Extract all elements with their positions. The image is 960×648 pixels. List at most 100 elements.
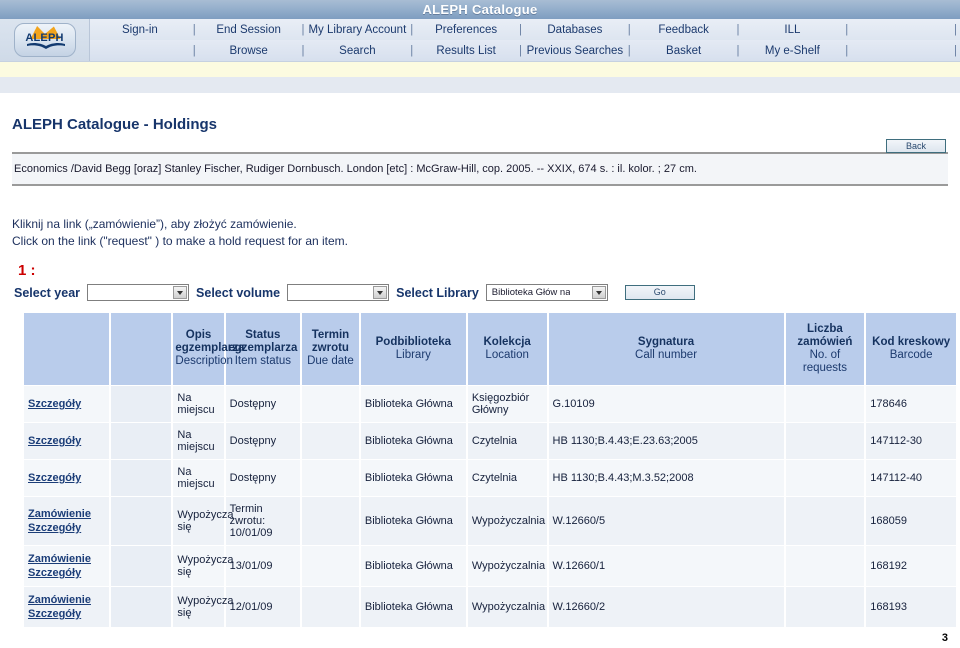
nav-separator: | <box>627 44 631 57</box>
cell-no-of-requests <box>785 460 865 496</box>
column-header-no-of-requests: Liczba zamówień No. of requests <box>785 313 865 385</box>
nav-separator: | <box>519 23 522 36</box>
nav-item-ill[interactable]: ILL <box>743 24 843 36</box>
column-header-en: Call number <box>635 348 698 361</box>
table-row: Szczegóły Na miejscu Dostępny Biblioteka Gł… <box>24 386 956 422</box>
instruction-english: Click on the link ("request" ) to make a… <box>12 234 349 248</box>
row-actions-cell: Szczegóły <box>24 423 110 459</box>
nav-item-browse[interactable]: Browse <box>199 45 299 57</box>
select-library-dropdown[interactable]: Biblioteka Głów na <box>485 284 608 301</box>
cell-location: Wypożyczalnia <box>467 587 547 627</box>
chevron-down-icon[interactable] <box>373 286 388 299</box>
cell-library: Biblioteka Główna <box>360 546 466 586</box>
nav-item-sign-in[interactable]: Sign-in <box>90 24 190 36</box>
nav-separator: | <box>410 44 414 57</box>
cell-library: Biblioteka Główna <box>360 423 466 459</box>
cell-call-number: HB 1130;B.4.43;E.23.63;2005 <box>548 423 784 459</box>
nav-separator: | <box>845 44 849 57</box>
cell-due-date <box>302 587 359 627</box>
chevron-down-icon[interactable] <box>591 286 606 299</box>
column-header-barcode: Kod kreskowy Barcode <box>866 313 956 385</box>
link-szczegóły[interactable]: Szczegóły <box>28 607 105 621</box>
cell-barcode: 168193 <box>866 587 956 627</box>
table-row: Szczegóły Na miejscu Dostępny Biblioteka Gł… <box>24 423 956 459</box>
nav-separator: | <box>627 23 631 36</box>
select-year-dropdown[interactable] <box>87 284 190 301</box>
link-szczegóły[interactable]: Szczegóły <box>28 397 105 411</box>
nav-item-my-library-account[interactable]: My Library Account <box>308 24 408 36</box>
column-header-en: Library <box>395 348 431 361</box>
cell-barcode: 147112-30 <box>866 423 956 459</box>
link-szczegóły[interactable]: Szczegóły <box>28 566 105 580</box>
cell-due-date <box>302 423 359 459</box>
column-header-blank <box>24 313 110 385</box>
cell-library: Biblioteka Główna <box>360 587 466 627</box>
cell-description: Na miejscu <box>173 423 224 459</box>
bibliographic-record: Economics /David Begg [oraz] Stanley Fis… <box>12 154 948 184</box>
cell-no-of-requests <box>785 546 865 586</box>
cell-item-status: Termin zwrotu: 10/01/09 <box>225 497 301 545</box>
column-header-pl: Kod kreskowy <box>872 335 951 348</box>
column-header-location: Kolekcja Location <box>467 313 547 385</box>
main-content: ALEPH Catalogue - Holdings Back Economic… <box>0 93 960 628</box>
column-header-pl: Status egzemplarza <box>228 329 298 354</box>
column-header-pl: Kolekcja <box>483 335 531 348</box>
aleph-logo[interactable]: ALEPH <box>0 19 90 61</box>
table-row: Szczegóły Na miejscu Dostępny Biblioteka Gł… <box>24 460 956 496</box>
row-spacer-cell <box>111 423 172 459</box>
column-header-en: Due date <box>307 355 354 367</box>
link-zamówienie[interactable]: Zamówienie <box>28 593 105 607</box>
gray-divider-band <box>0 77 960 93</box>
filter-bar: Select year Select volume Select Library… <box>12 284 948 301</box>
column-header-en: Barcode <box>889 348 933 361</box>
link-szczegóły[interactable]: Szczegóły <box>28 434 105 448</box>
nav-item-basket[interactable]: Basket <box>634 45 734 57</box>
nav-item-my-e-shelf[interactable]: My e-Shelf <box>743 45 843 57</box>
yellow-divider-band <box>0 62 960 77</box>
nav-item-search[interactable]: Search <box>308 45 408 57</box>
cell-due-date <box>302 497 359 545</box>
nav-item-feedback[interactable]: Feedback <box>634 24 734 36</box>
nav-separator: | <box>192 23 196 36</box>
chevron-down-icon[interactable] <box>173 286 188 299</box>
table-row: Zamówienie Szczegóły Wypożycza się Termin z… <box>24 497 956 545</box>
holdings-table: Opis egzemplarza Description Status egzemp… <box>22 312 958 628</box>
app-title-banner: ALEPH Catalogue <box>0 0 960 19</box>
cell-description: Wypożycza się <box>173 587 234 627</box>
nav-item-preferences[interactable]: Preferences <box>416 24 516 36</box>
cell-location: Czytelnia <box>467 423 547 459</box>
cell-call-number: W.12660/1 <box>548 546 784 586</box>
column-header-en: Description <box>175 355 233 367</box>
cell-barcode: 178646 <box>866 386 956 422</box>
select-volume-label: Select volume <box>196 285 281 300</box>
table-body: Szczegóły Na miejscu Dostępny Biblioteka Gł… <box>24 386 956 627</box>
nav-item-databases[interactable]: Databases <box>525 24 625 36</box>
row-actions-cell: Zamówienie Szczegóły <box>24 546 110 586</box>
nav-separator: | <box>301 23 305 36</box>
nav-item-previous-searches[interactable]: Previous Searches <box>525 45 625 57</box>
nav-separator: | <box>519 44 522 57</box>
nav-item-results-list[interactable]: Results List <box>416 45 516 57</box>
back-button[interactable]: Back <box>886 139 946 153</box>
select-volume-dropdown[interactable] <box>287 284 390 301</box>
select-library-value: Biblioteka Głów na <box>491 287 571 298</box>
page-title: ALEPH Catalogue - Holdings <box>12 116 218 133</box>
cell-location: Księgozbiór Główny <box>467 386 547 422</box>
cell-barcode: 168192 <box>866 546 956 586</box>
sequence-number: 1 : <box>18 262 36 279</box>
cell-call-number: HB 1130;B.4.43;M.3.52;2008 <box>548 460 784 496</box>
nav-separator: | <box>954 23 957 36</box>
link-zamówienie[interactable]: Zamówienie <box>28 507 105 521</box>
nav-separator: | <box>192 44 196 57</box>
nav-item-end-session[interactable]: End Session <box>199 24 299 36</box>
column-header-pl: Termin zwrotu <box>311 329 350 354</box>
column-header-item-status: Status egzemplarza Item status <box>225 313 301 385</box>
cell-description: Na miejscu <box>173 386 224 422</box>
go-button[interactable]: Go <box>624 285 695 300</box>
cell-no-of-requests <box>785 386 865 422</box>
cell-library: Biblioteka Główna <box>360 460 466 496</box>
link-szczegóły[interactable]: Szczegóły <box>28 521 105 535</box>
link-zamówienie[interactable]: Zamówienie <box>28 552 105 566</box>
column-header-call-number: Sygnatura Call number <box>548 313 784 385</box>
link-szczegóły[interactable]: Szczegóły <box>28 471 105 485</box>
